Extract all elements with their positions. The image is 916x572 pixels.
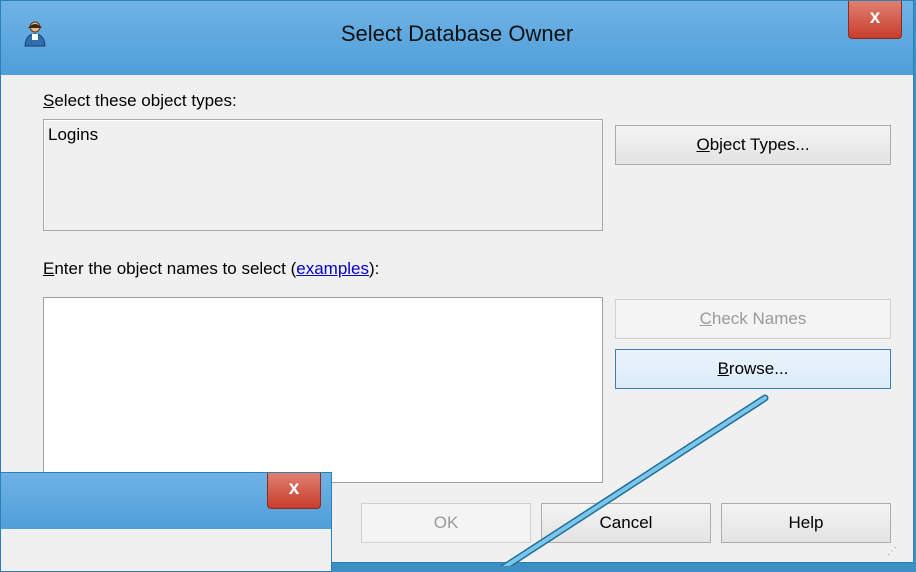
object-types-label-access-key: S xyxy=(43,91,55,110)
examples-link[interactable]: examples xyxy=(296,259,369,278)
object-names-input[interactable] xyxy=(43,297,603,483)
object-names-label-access-key: E xyxy=(43,259,55,278)
object-names-label: Enter the object names to select (exampl… xyxy=(43,259,379,279)
browse-access-key: B xyxy=(717,359,729,378)
browse-button[interactable]: Browse... xyxy=(615,349,891,389)
dialog-title: Select Database Owner xyxy=(340,21,574,46)
object-types-button-access-key: O xyxy=(696,135,710,154)
check-names-button[interactable]: Check Names xyxy=(615,299,891,339)
browse-dialog-title-bar[interactable]: x xyxy=(1,473,331,529)
object-names-label-text: nter the object names to select ( xyxy=(54,259,297,278)
browse-dialog-close-button[interactable]: x xyxy=(267,473,321,509)
browse-objects-dialog: x xyxy=(0,472,332,572)
object-types-label-text: elect these object types: xyxy=(54,91,237,110)
ok-button[interactable]: OK xyxy=(361,503,531,543)
object-types-button-label: bject Types... xyxy=(709,135,810,154)
object-types-box: Logins xyxy=(43,119,603,231)
object-names-label-suffix: ): xyxy=(369,259,380,278)
help-button[interactable]: Help xyxy=(721,503,891,543)
browse-label: rowse... xyxy=(728,359,789,378)
cancel-button[interactable]: Cancel xyxy=(541,503,711,543)
title-bar[interactable]: Select Database Owner x xyxy=(1,1,913,75)
resize-grip-icon[interactable]: ⋰ xyxy=(887,546,899,558)
close-button[interactable]: x xyxy=(848,1,902,39)
object-types-label: Select these object types: xyxy=(43,91,237,111)
object-types-button[interactable]: Object Types... xyxy=(615,125,891,165)
check-names-label: heck Names xyxy=(711,309,807,328)
check-names-access-key: C xyxy=(699,309,712,328)
object-types-value: Logins xyxy=(48,125,99,144)
